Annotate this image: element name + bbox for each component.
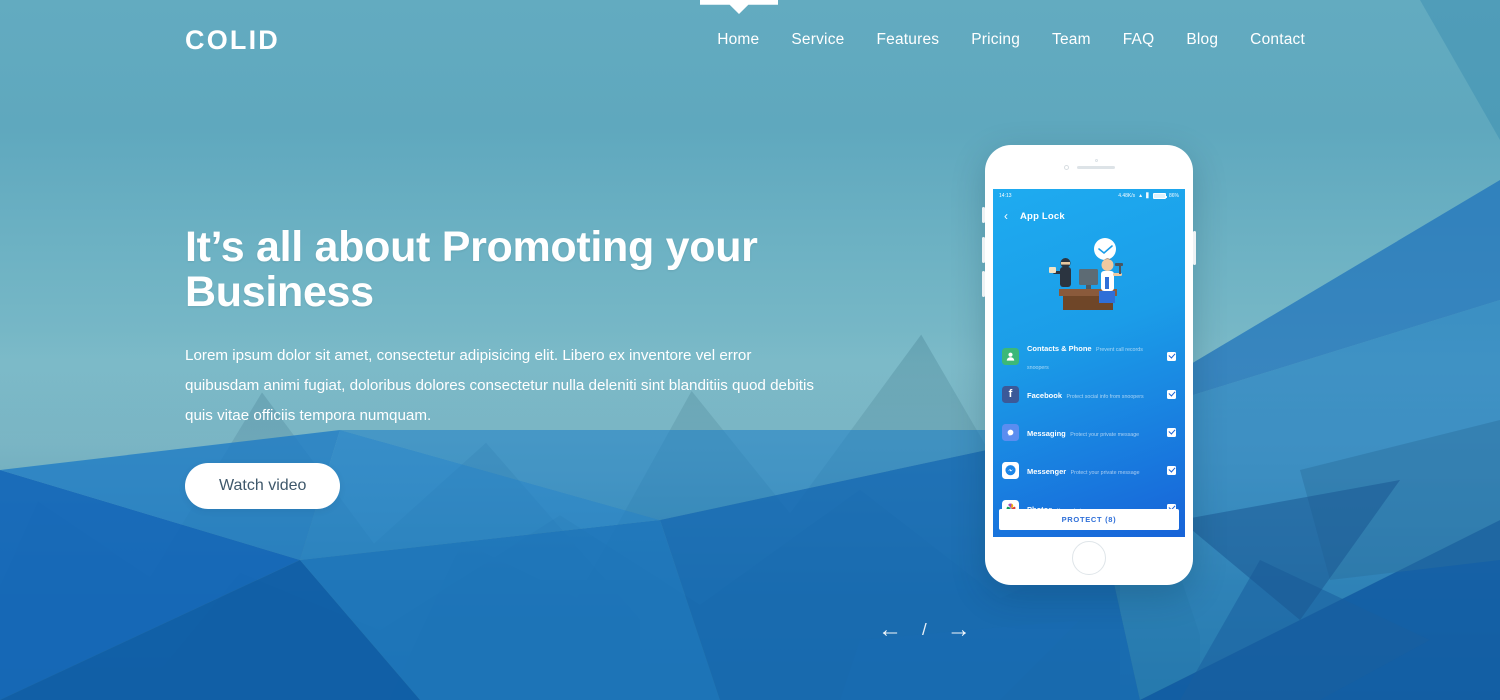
nav-item-pricing[interactable]: Pricing: [971, 31, 1020, 49]
hero-paragraph: Lorem ipsum dolor sit amet, consectetur …: [185, 347, 814, 424]
facebook-icon: f: [1002, 385, 1019, 403]
app-checkbox-messaging[interactable]: [1167, 427, 1176, 437]
app-text-contacts: Contacts & Phone Prevent call records sn…: [1027, 338, 1159, 374]
phone-volume-up-button: [982, 237, 985, 263]
app-text-messenger: Messenger Protect your private message: [1027, 461, 1159, 479]
chevron-left-icon[interactable]: ‹: [1004, 210, 1008, 222]
hero-section: COLID Home Service Features Pricing Team…: [0, 0, 1500, 700]
status-time: 14:13: [999, 193, 1012, 199]
protect-button[interactable]: PROTECT (8): [999, 509, 1179, 530]
app-checkbox-contacts[interactable]: [1167, 351, 1176, 361]
slider-navigation: ← / →: [878, 618, 971, 642]
status-battery-percent: 86%: [1168, 193, 1179, 199]
slider-separator: /: [922, 620, 927, 639]
app-row-messenger[interactable]: Messenger Protect your private message: [1002, 451, 1176, 489]
nav-item-team[interactable]: Team: [1052, 31, 1091, 49]
nav-item-faq[interactable]: FAQ: [1123, 31, 1155, 49]
app-subtitle-facebook: Protect social info from snoopers: [1066, 394, 1144, 400]
phone-home-button[interactable]: [1072, 541, 1106, 575]
app-subtitle-messaging: Protect your private message: [1070, 432, 1140, 438]
arrow-right-icon[interactable]: →: [947, 618, 971, 642]
phone-power-button: [1193, 231, 1196, 265]
hero-headline: It’s all about Promoting your Business: [185, 223, 758, 317]
messaging-icon: [1002, 423, 1019, 441]
brand-logo[interactable]: COLID: [185, 25, 280, 56]
phone-mockup: 14:13 4.48K/s ▲ ▋ 86% ‹ App Lock Contact…: [982, 145, 1196, 585]
phone-earpiece-area: [985, 145, 1193, 189]
app-subtitle-messenger: Protect your private message: [1070, 470, 1140, 476]
status-network-speed: 4.48K/s: [1118, 193, 1136, 199]
status-right-group: 4.48K/s ▲ ▋ 86%: [1118, 193, 1179, 199]
phone-mute-switch: [982, 207, 985, 223]
app-name-messenger: Messenger: [1027, 467, 1067, 476]
main-navigation: Home Service Features Pricing Team FAQ B…: [717, 31, 1305, 49]
front-camera-icon: [1063, 164, 1069, 170]
nav-item-contact[interactable]: Contact: [1250, 31, 1305, 49]
app-row-contacts[interactable]: Contacts & Phone Prevent call records sn…: [1002, 337, 1176, 375]
nav-item-features[interactable]: Features: [876, 31, 939, 49]
app-checkbox-messenger[interactable]: [1167, 465, 1176, 475]
phone-screen: 14:13 4.48K/s ▲ ▋ 86% ‹ App Lock Contact…: [993, 189, 1185, 537]
nav-item-home[interactable]: Home: [717, 31, 759, 49]
app-row-messaging[interactable]: Messaging Protect your private message: [1002, 413, 1176, 451]
app-name-contacts: Contacts & Phone: [1027, 344, 1092, 353]
messenger-icon: [1002, 461, 1019, 479]
hero-content: It’s all about Promoting your Business L…: [185, 223, 845, 510]
phone-status-bar: 14:13 4.48K/s ▲ ▋ 86%: [993, 189, 1185, 203]
app-lock-list: Contacts & Phone Prevent call records sn…: [993, 337, 1185, 527]
app-name-facebook: Facebook: [1027, 391, 1063, 400]
app-row-facebook[interactable]: f Facebook Protect social info from snoo…: [1002, 375, 1176, 413]
protect-button-area: PROTECT (8): [993, 504, 1185, 537]
wifi-icon: ▲: [1138, 193, 1144, 199]
app-lock-illustration: [993, 229, 1185, 337]
contacts-icon: [1002, 347, 1019, 365]
nav-item-blog[interactable]: Blog: [1186, 31, 1218, 49]
earpiece-speaker: [1076, 165, 1115, 169]
phone-volume-down-button: [982, 271, 985, 297]
nav-item-service[interactable]: Service: [791, 31, 844, 49]
app-name-messaging: Messaging: [1027, 429, 1066, 438]
app-checkbox-facebook[interactable]: [1167, 389, 1176, 399]
arrow-left-icon[interactable]: ←: [878, 618, 902, 642]
app-text-facebook: Facebook Protect social info from snoope…: [1027, 385, 1159, 403]
battery-icon: [1152, 193, 1167, 199]
phone-app-bar: ‹ App Lock: [993, 203, 1185, 229]
watch-video-button[interactable]: Watch video: [185, 463, 341, 510]
signal-icon: ▋: [1146, 193, 1150, 199]
app-text-messaging: Messaging Protect your private message: [1027, 423, 1159, 441]
site-header: COLID Home Service Features Pricing Team…: [0, 0, 1500, 80]
proximity-sensor-icon: [1095, 159, 1098, 162]
app-bar-title: App Lock: [1020, 210, 1065, 222]
